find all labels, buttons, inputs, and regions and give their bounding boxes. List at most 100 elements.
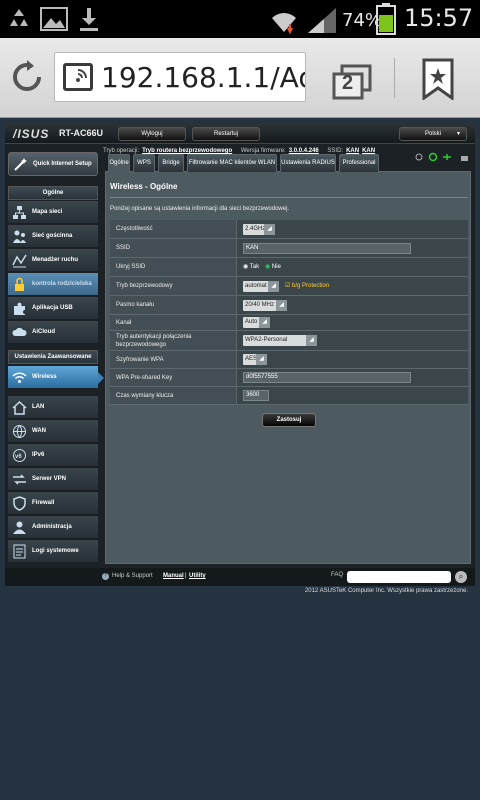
row-band: Częstotliwość 2.4GHz ◢ bbox=[110, 220, 468, 239]
chevron-down-icon: ▾ bbox=[456, 131, 460, 137]
row-rekey: Czas wymiany klucza 3600 bbox=[110, 387, 468, 405]
copyright: 2012 ASUSTeK Computer Inc. Wszystkie pra… bbox=[304, 588, 468, 594]
router-ui: /ISUS RT-AC66U Wyloguj Restartuj Polski … bbox=[5, 124, 475, 586]
rekey-input[interactable]: 3600 bbox=[243, 390, 269, 401]
url-field[interactable]: 192.168.1.1/Adv bbox=[54, 52, 306, 102]
home-icon bbox=[12, 400, 27, 415]
logout-button[interactable]: Wyloguj bbox=[118, 127, 186, 141]
shield-icon bbox=[13, 496, 26, 511]
page-title: Wireless - Ogólne bbox=[110, 182, 178, 191]
asus-logo: /ISUS bbox=[13, 127, 50, 141]
sidebar-item-wireless[interactable]: Wireless bbox=[8, 366, 98, 389]
restart-button[interactable]: Restartuj bbox=[192, 127, 260, 141]
puzzle-icon bbox=[14, 302, 25, 315]
network-map-icon bbox=[13, 206, 26, 219]
title-divider bbox=[110, 197, 468, 198]
sidebar-item-parental-control[interactable]: kontrola rodzicielska bbox=[8, 273, 98, 296]
refresh-icon[interactable] bbox=[10, 60, 44, 94]
bg-protection-checkbox[interactable]: ☑ b/g Protection bbox=[285, 282, 329, 289]
row-ssid: SSID KAN bbox=[110, 239, 468, 258]
sidebar-item-ipv6[interactable]: v6 IPv6 bbox=[8, 444, 98, 467]
sidebar-item-administration[interactable]: Administracja bbox=[8, 516, 98, 539]
download-icon bbox=[80, 8, 98, 31]
mode-select[interactable]: automat ◢ bbox=[243, 281, 279, 292]
log-icon bbox=[13, 544, 26, 559]
tab-professional[interactable]: Professional bbox=[339, 154, 379, 172]
help-icon: ? bbox=[102, 573, 109, 580]
advanced-header: Ustawienia Zaawansowane bbox=[8, 350, 98, 364]
row-hide-ssid: Ukryj SSID ◉ Tak ◉ Nie bbox=[110, 258, 468, 277]
cloud-icon bbox=[12, 327, 27, 336]
manual-link[interactable]: Manual bbox=[163, 573, 184, 579]
bandwidth-select[interactable]: 20/40 MHz ◢ bbox=[243, 300, 287, 311]
sidebar-item-guest-network[interactable]: Sieć gościnna bbox=[8, 225, 98, 248]
row-channel: Kanał Auto ◢ bbox=[110, 315, 468, 331]
tab-mac-filter[interactable]: Filtrowanie MAC klientów WLAN bbox=[187, 154, 277, 172]
recycle-icon bbox=[10, 9, 28, 26]
bookmark-icon[interactable] bbox=[422, 58, 454, 100]
auth-select[interactable]: WPA2-Personal ◢ bbox=[243, 335, 317, 346]
url-text: 192.168.1.1/Adv bbox=[101, 61, 305, 94]
encryption-select[interactable]: AES ◢ bbox=[243, 354, 267, 365]
quick-internet-setup-button[interactable]: Quick Internet Setup bbox=[8, 152, 98, 176]
general-header: Ogólne bbox=[8, 186, 98, 200]
sidebar-item-usb-app[interactable]: Aplikacja USB bbox=[8, 297, 98, 320]
sidebar-item-traffic-manager[interactable]: Menadżer ruchu bbox=[8, 249, 98, 272]
svg-text:v6: v6 bbox=[15, 454, 22, 460]
tab-bridge[interactable]: Bridge bbox=[158, 154, 184, 172]
battery-icon bbox=[376, 3, 396, 35]
band-select[interactable]: 2.4GHz ◢ bbox=[243, 224, 275, 235]
chevron-down-icon: ◢ bbox=[268, 281, 279, 292]
sidebar-item-vpn-server[interactable]: Serwer VPN bbox=[8, 468, 98, 491]
clock: 15:57 bbox=[404, 4, 474, 32]
sidebar-item-system-log[interactable]: Logi systemowe bbox=[8, 540, 98, 563]
apply-button[interactable]: Zastosuj bbox=[262, 413, 316, 427]
main-panel: Ogólne WPS Bridge Filtrowanie MAC klient… bbox=[105, 154, 471, 564]
hide-ssid-yes-radio[interactable]: ◉ Tak bbox=[243, 263, 259, 270]
language-select[interactable]: Polski ▾ bbox=[399, 127, 467, 141]
ipv6-icon: v6 bbox=[13, 449, 26, 462]
status-icons bbox=[415, 152, 468, 162]
tab-count: 2 bbox=[342, 72, 354, 94]
router-topbar: /ISUS RT-AC66U Wyloguj Restartuj Polski … bbox=[5, 124, 475, 144]
guest-network-icon bbox=[13, 230, 26, 243]
tab-radius[interactable]: Ustawienia RADIUS bbox=[280, 154, 336, 172]
tab-general[interactable]: Ogólne bbox=[108, 154, 130, 172]
psk-input[interactable]: d0f5577555 bbox=[243, 372, 411, 383]
site-icon bbox=[63, 63, 93, 91]
utility-link[interactable]: Utility bbox=[189, 573, 206, 579]
search-icon[interactable]: ⌕ bbox=[455, 571, 467, 583]
sidebar-item-network-map[interactable]: Mapa sieci bbox=[8, 201, 98, 224]
chevron-down-icon: ◢ bbox=[276, 300, 287, 311]
page-description: Poniżej opisane są ustawienia informacji… bbox=[110, 206, 290, 212]
admin-icon bbox=[13, 521, 26, 534]
sidebar-item-lan[interactable]: LAN bbox=[8, 396, 98, 419]
signal-icon bbox=[308, 8, 336, 33]
sidebar-item-wan[interactable]: WAN bbox=[8, 420, 98, 443]
router-footer: ? Help & Support Manual | Utility FAQ ⌕ bbox=[5, 568, 475, 586]
browser-toolbar: 192.168.1.1/Adv 2 bbox=[0, 38, 480, 118]
row-bandwidth: Pasmo kanału 20/40 MHz ◢ bbox=[110, 296, 468, 315]
web-page: /ISUS RT-AC66U Wyloguj Restartuj Polski … bbox=[0, 118, 480, 800]
sidebar-item-aicloud[interactable]: AiCloud bbox=[8, 321, 98, 344]
traffic-icon bbox=[12, 254, 27, 268]
chevron-down-icon: ◢ bbox=[256, 354, 267, 365]
row-wireless-mode: Tryb bezprzewodowy automat ◢ ☑ b/g Protec… bbox=[110, 277, 468, 296]
wand-icon bbox=[14, 158, 27, 171]
gallery-icon bbox=[40, 7, 68, 31]
tab-wps[interactable]: WPS bbox=[133, 154, 155, 172]
active-arrow bbox=[98, 372, 104, 384]
lock-icon bbox=[15, 277, 24, 291]
wifi-icon bbox=[12, 372, 27, 383]
channel-select[interactable]: Auto ◢ bbox=[243, 317, 270, 328]
ssid-input[interactable]: KAN bbox=[243, 243, 411, 254]
language-label: Polski bbox=[424, 131, 441, 137]
wifi-icon bbox=[272, 13, 296, 34]
row-psk: WPA Pre-shared Key d0f5577555 bbox=[110, 369, 468, 387]
sidebar-item-firewall[interactable]: Firewall bbox=[8, 492, 98, 515]
help-support-link[interactable]: Help & Support bbox=[112, 573, 153, 579]
toolbar-divider bbox=[394, 58, 395, 98]
faq-search-input[interactable] bbox=[347, 571, 451, 583]
hide-ssid-no-radio[interactable]: ◉ Nie bbox=[265, 263, 281, 270]
status-bar: 74% 15:57 bbox=[0, 0, 480, 38]
